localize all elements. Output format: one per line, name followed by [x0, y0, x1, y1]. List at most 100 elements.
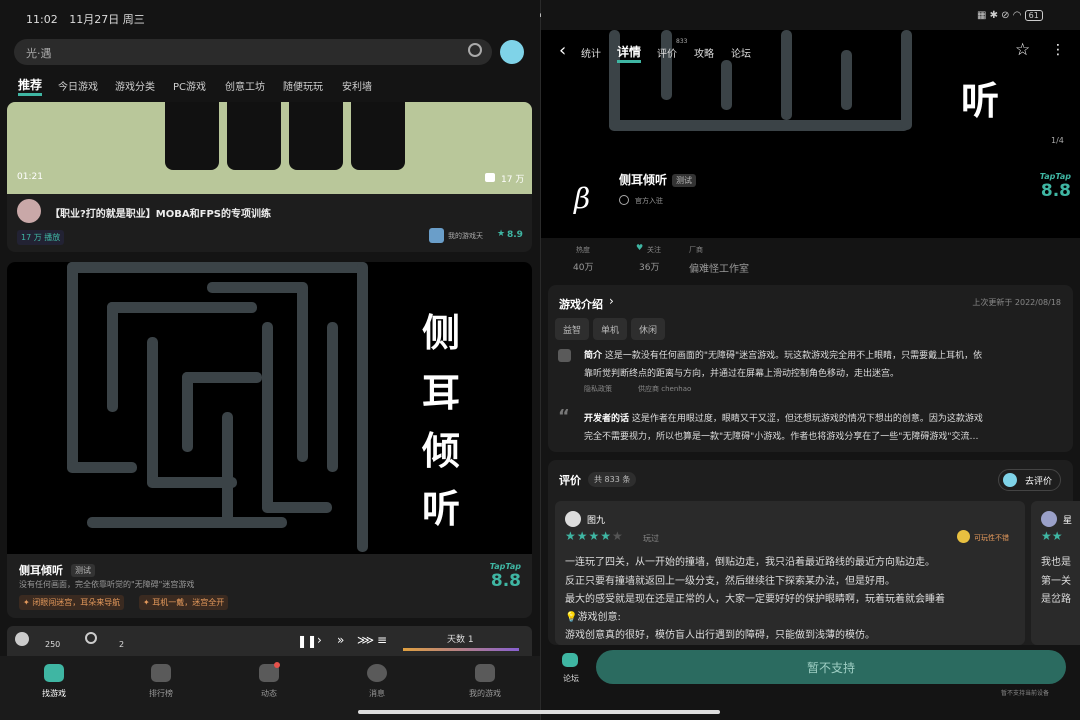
pause-icon[interactable]: ❚❚ [297, 634, 317, 648]
maze-wall [721, 60, 732, 110]
reviewer-name[interactable]: 星 [1063, 513, 1072, 526]
dev-line2: 完全不需要视力，所以也算是一款"无障碍"小游戏。作者也将游戏分享在了一些"无障碍… [584, 432, 979, 442]
chip-puzzle[interactable]: 益智 [555, 318, 590, 340]
coin-icon [15, 632, 29, 646]
reviews-count[interactable]: 共 833 条 [588, 472, 637, 487]
tab-recommend-wall[interactable]: 安利墙 [342, 78, 372, 93]
banner-char-4: 听 [422, 486, 461, 531]
rating-star-icon: ★ [497, 229, 506, 239]
menu-icon[interactable]: ≡ [377, 633, 387, 647]
video-thumbnail[interactable]: 01:21 17 万 [7, 102, 532, 194]
maze-wall [147, 337, 158, 487]
tab-pc[interactable]: PC游戏 [173, 78, 206, 93]
taptap-score-value: 8.8 [490, 571, 521, 591]
video-views: 17 万 [501, 175, 525, 185]
stats-row [541, 238, 1080, 282]
hero-char: 听 [961, 78, 1000, 123]
chip-singleplayer[interactable]: 单机 [593, 318, 628, 340]
review-line: 我也是 [1041, 557, 1071, 568]
game-banner[interactable]: 侧 耳 倾 听 [7, 262, 532, 554]
intro-chevron-icon[interactable]: › [609, 294, 614, 308]
tab-reviews[interactable]: 评价 [657, 45, 677, 60]
review-card[interactable]: 图九 ★★★★★ 玩过 可玩性不错 一连玩了四关，从一开始的撞墙，倒贴边走，我只… [555, 501, 1025, 645]
thumb-shape [351, 102, 405, 170]
review-count-badge: 833 [676, 38, 688, 45]
thumb-shape [165, 102, 219, 170]
game-card[interactable]: 侧 耳 倾 听 侧耳倾听 测试 没有任何画面，完全依靠听觉的"无障碍"迷宫游戏 … [7, 262, 532, 618]
tab-casual[interactable]: 随便玩玩 [283, 78, 323, 93]
status-icons: ▦ ✱ ⊘ ◠ 61 [977, 10, 1043, 21]
game-title: 侧耳倾听 [619, 173, 668, 187]
uploader-avatar[interactable] [17, 199, 41, 223]
maze-wall [327, 322, 338, 472]
play-icon[interactable]: › [317, 633, 322, 647]
search-icon[interactable] [468, 43, 482, 57]
play-count-badge: 17 万 播放 [17, 230, 65, 245]
header-taptap-logo: TapTap [1039, 172, 1071, 181]
privacy-link[interactable]: 隐私政策 [584, 384, 612, 394]
nav-messages[interactable]: 消息 [347, 664, 407, 699]
review-stars: ★★ [1041, 529, 1063, 543]
find-games-icon [44, 664, 64, 682]
game-source[interactable]: 我的游戏天 [448, 231, 483, 241]
review-stars: ★★★★★ [565, 529, 624, 543]
maze-wall [67, 262, 78, 472]
supplier-link[interactable]: 供应商 chenhao [638, 384, 691, 394]
game-source-icon[interactable] [429, 228, 444, 243]
right-pane: ▦ ✱ ⊘ ◠ 61 听 1/4 ‹ 统计 详情 评价 833 攻略 论坛 ☆ … [541, 0, 1080, 720]
tab-workshop[interactable]: 创意工坊 [225, 78, 265, 93]
reviewer-name[interactable]: 图九 [587, 513, 605, 526]
review-line-1: 一连玩了四关，从一开始的撞墙，倒贴边走，我只沿着最近路线的最近方向贴边走。 [565, 557, 935, 568]
video-card[interactable]: 01:21 17 万 【职业?打的就是职业】MOBA和FPS的专项训练 17 万… [7, 102, 532, 252]
more-icon[interactable]: ⋮ [1051, 42, 1065, 58]
nav-feed[interactable]: 动态 [239, 664, 299, 699]
brief-label: 简介 [584, 351, 603, 361]
tab-today[interactable]: 今日游戏 [58, 78, 98, 93]
fast-forward-icon[interactable]: » [337, 633, 344, 647]
review-card-partial[interactable]: 星 ★★ 我也是 第一关 是岔路 [1031, 501, 1080, 645]
unsupported-note: 暂不支持当前设备 [1001, 690, 1050, 697]
download-button[interactable]: 暂不支持 [596, 650, 1066, 684]
forum-label[interactable]: 论坛 [563, 673, 579, 684]
reviews-section: 评价 共 833 条 去评价 图九 ★★★★★ 玩过 可玩性不错 一连玩了四关，… [548, 460, 1080, 645]
tab-stats[interactable]: 统计 [581, 45, 601, 60]
faster-forward-icon[interactable]: ⋙ [357, 633, 374, 647]
reviews-title[interactable]: 评价 [559, 472, 581, 488]
video-play-icon [485, 173, 495, 182]
reviewer-avatar[interactable] [1041, 511, 1057, 527]
maze-wall [901, 30, 912, 130]
nav-find-games[interactable]: 找游戏 [24, 664, 84, 699]
game-hud[interactable]: 250 2 ❚❚ › » ⋙ ≡ 天数 1 [7, 626, 532, 656]
game-name: 侧耳倾听 [19, 564, 63, 577]
tab-recommend[interactable]: 推荐 [18, 76, 43, 96]
tab-details[interactable]: 详情 [617, 43, 642, 63]
page-indicator: 1/4 [1051, 136, 1064, 145]
tab-forum[interactable]: 论坛 [731, 45, 751, 60]
thumb-shape [289, 102, 343, 170]
nav-rankings[interactable]: 排行榜 [131, 664, 191, 699]
intro-title[interactable]: 游戏介绍 [559, 296, 603, 312]
day-progress-bar [403, 648, 519, 651]
avatar[interactable] [500, 40, 524, 64]
left-pane: 11:02 11月27日 周三 光·遇 推荐 今日游戏 游戏分类 PC游戏 创意… [0, 0, 540, 720]
maze-wall [107, 302, 257, 313]
screen: ••• 11:02 11月27日 周三 光·遇 推荐 今日游戏 游戏分类 PC游… [0, 0, 1080, 720]
back-icon[interactable]: ‹ [559, 40, 566, 61]
search-input[interactable]: 光·遇 [14, 39, 492, 65]
official-icon [619, 195, 629, 205]
forum-icon[interactable] [562, 653, 578, 667]
notification-dot [274, 662, 280, 668]
tab-guides[interactable]: 攻略 [694, 45, 714, 60]
stat-maker-value[interactable]: 偏难怪工作室 [689, 260, 749, 275]
tab-categories[interactable]: 游戏分类 [115, 78, 155, 93]
heart-icon: ♥ [636, 243, 644, 252]
dev-line1: 这是作者在用眼过度，眼睛又干又涩，但还想玩游戏的情况下想出的创意。因为这款游戏 [631, 414, 983, 424]
nav-my-games[interactable]: 我的游戏 [455, 664, 515, 699]
home-indicator[interactable] [358, 710, 720, 714]
review-line-4: 💡游戏创意: [565, 612, 621, 623]
go-review-button[interactable]: 去评价 [997, 469, 1061, 491]
chip-casual[interactable]: 休闲 [631, 318, 666, 340]
brief-line1: 这是一款没有任何画面的"无障碍"迷宫游戏。玩这款游戏完全用不上眼睛，只需要戴上耳… [604, 351, 983, 361]
reviewer-avatar[interactable] [565, 511, 581, 527]
favorite-star-icon[interactable]: ☆ [1015, 40, 1030, 60]
